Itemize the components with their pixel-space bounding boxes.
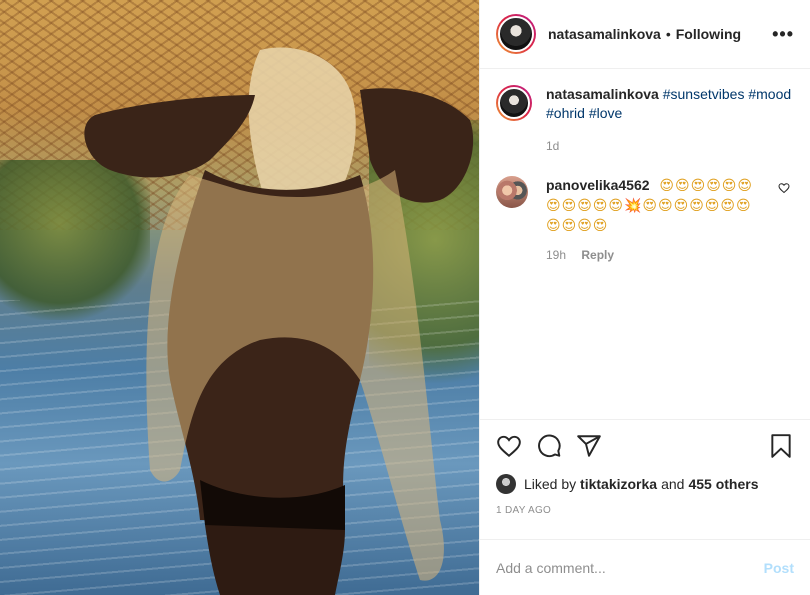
- action-bar: [480, 419, 810, 471]
- heart-icon[interactable]: [496, 433, 522, 459]
- likes-prefix: Liked by: [524, 476, 577, 492]
- reply-button[interactable]: Reply: [581, 248, 614, 262]
- caption-time: 1d: [546, 139, 560, 153]
- following-button[interactable]: Following: [676, 26, 741, 42]
- commenter-avatar[interactable]: [496, 176, 528, 208]
- caption-avatar[interactable]: [496, 85, 532, 121]
- post-side-panel: natasamalinkova • Following ••• natasama…: [479, 0, 810, 595]
- likes-summary: Liked by tiktakizorka and 455 others: [480, 471, 810, 497]
- liker-avatar[interactable]: [496, 474, 516, 494]
- post-timestamp: 1 DAY AGO: [496, 505, 552, 516]
- hashtag-link[interactable]: #mood: [748, 86, 791, 102]
- instagram-post: natasamalinkova • Following ••• natasama…: [0, 0, 810, 595]
- bookmark-icon[interactable]: [768, 433, 794, 459]
- hashtag-link[interactable]: #ohrid: [546, 105, 585, 121]
- liker-username[interactable]: tiktakizorka: [580, 476, 657, 492]
- comment-like-icon[interactable]: [778, 182, 790, 194]
- share-icon[interactable]: [576, 433, 602, 459]
- hashtag-link[interactable]: #love: [589, 105, 622, 121]
- comment-icon[interactable]: [536, 433, 562, 459]
- comment-item: panovelika4562 😍😍😍😍😍😍😍😍😍😍😍💥😍😍😍😍😍😍😍😍😍😍😍 1…: [496, 176, 794, 265]
- comments-section: natasamalinkova #sunsetvibes #mood #ohri…: [480, 69, 810, 419]
- likes-and: and: [661, 476, 685, 492]
- comment-time: 19h: [546, 248, 567, 262]
- author-avatar[interactable]: [496, 14, 536, 54]
- caption-username[interactable]: natasamalinkova: [546, 86, 659, 102]
- post-header: natasamalinkova • Following •••: [480, 0, 810, 69]
- add-comment-bar: Post: [480, 539, 810, 595]
- post-caption: natasamalinkova #sunsetvibes #mood #ohri…: [496, 85, 794, 156]
- author-username[interactable]: natasamalinkova: [548, 26, 661, 42]
- hashtag-link[interactable]: #sunsetvibes: [663, 86, 745, 102]
- comment-input[interactable]: [496, 559, 764, 576]
- post-photo[interactable]: [0, 0, 479, 595]
- woman-silhouette: [84, 47, 474, 595]
- more-options-icon[interactable]: •••: [772, 24, 794, 45]
- separator-dot: •: [665, 26, 671, 42]
- post-comment-button[interactable]: Post: [764, 560, 794, 576]
- likes-others-link[interactable]: 455 others: [688, 476, 758, 492]
- commenter-username[interactable]: panovelika4562: [546, 177, 650, 193]
